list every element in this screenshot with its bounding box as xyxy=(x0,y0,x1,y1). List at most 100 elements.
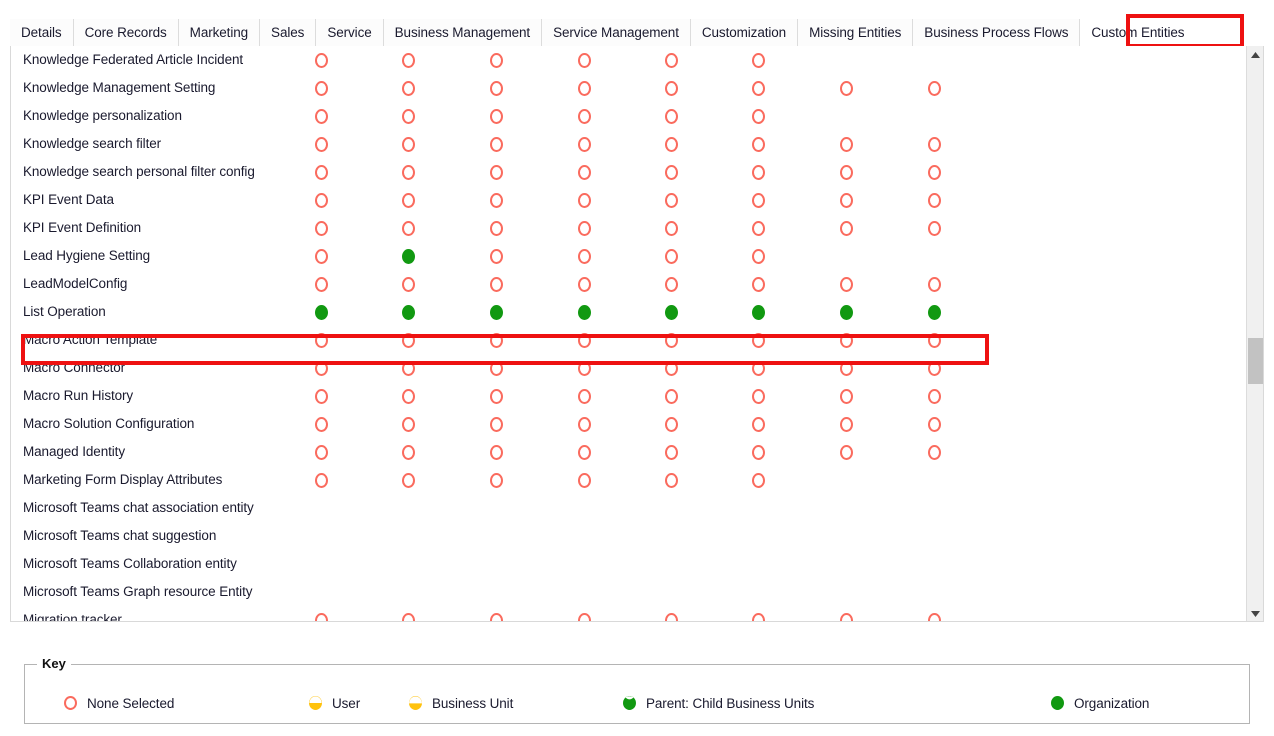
privilege-none-selected-icon[interactable] xyxy=(577,248,591,264)
privilege-cell[interactable] xyxy=(924,354,944,382)
privilege-cell[interactable] xyxy=(836,606,856,621)
privilege-cell[interactable] xyxy=(748,186,768,214)
privilege-cell[interactable] xyxy=(574,74,594,102)
privilege-cell[interactable] xyxy=(486,326,506,354)
table-row[interactable]: Knowledge search filter xyxy=(11,130,1245,158)
tab-missing-entities[interactable]: Missing Entities xyxy=(798,19,914,46)
tab-business-management[interactable]: Business Management xyxy=(383,19,543,46)
privilege-cell[interactable] xyxy=(661,466,681,494)
privilege-none-selected-icon[interactable] xyxy=(927,136,941,152)
privilege-cell[interactable] xyxy=(574,46,594,74)
privilege-cell[interactable] xyxy=(574,214,594,242)
privilege-cell[interactable] xyxy=(311,354,331,382)
privilege-cell[interactable] xyxy=(924,186,944,214)
privilege-none-selected-icon[interactable] xyxy=(927,444,941,460)
privilege-cell[interactable] xyxy=(748,494,768,522)
privilege-cell[interactable] xyxy=(398,130,418,158)
privilege-none-selected-icon[interactable] xyxy=(314,220,328,236)
privilege-cell[interactable] xyxy=(924,438,944,466)
privilege-cell[interactable] xyxy=(398,410,418,438)
privilege-cell[interactable] xyxy=(398,578,418,606)
privilege-cell[interactable] xyxy=(748,214,768,242)
privilege-none-selected-icon[interactable] xyxy=(401,52,415,68)
privilege-cell[interactable] xyxy=(924,46,944,74)
privilege-none-selected-icon[interactable] xyxy=(664,220,678,236)
privilege-none-selected-icon[interactable] xyxy=(401,472,415,488)
privilege-organization-icon[interactable] xyxy=(489,304,503,320)
privilege-cell[interactable] xyxy=(574,242,594,270)
privilege-cell[interactable] xyxy=(661,578,681,606)
privilege-none-selected-icon[interactable] xyxy=(751,332,765,348)
privilege-none-selected-icon[interactable] xyxy=(489,192,503,208)
privilege-none-selected-icon[interactable] xyxy=(927,192,941,208)
scroll-up-arrow-icon[interactable] xyxy=(1247,46,1263,63)
privilege-none-selected-icon[interactable] xyxy=(489,108,503,124)
privilege-cell[interactable] xyxy=(924,494,944,522)
privilege-cell[interactable] xyxy=(661,382,681,410)
privilege-none-selected-icon[interactable] xyxy=(314,332,328,348)
table-row[interactable]: Knowledge Management Setting xyxy=(11,74,1245,102)
privilege-cell[interactable] xyxy=(311,186,331,214)
privilege-cell[interactable] xyxy=(748,550,768,578)
table-row[interactable]: Knowledge Federated Article Incident xyxy=(11,46,1245,74)
privilege-cell[interactable] xyxy=(311,578,331,606)
privilege-none-selected-icon[interactable] xyxy=(927,416,941,432)
privilege-none-selected-icon[interactable] xyxy=(927,332,941,348)
privilege-none-selected-icon[interactable] xyxy=(751,248,765,264)
privilege-none-selected-icon[interactable] xyxy=(664,248,678,264)
privilege-cell[interactable] xyxy=(924,466,944,494)
privilege-none-selected-icon[interactable] xyxy=(577,360,591,376)
privilege-cell[interactable] xyxy=(924,578,944,606)
privilege-cell[interactable] xyxy=(661,298,681,326)
tab-customization[interactable]: Customization xyxy=(690,19,799,46)
privilege-cell[interactable] xyxy=(574,606,594,621)
privilege-cell[interactable] xyxy=(311,130,331,158)
privilege-cell[interactable] xyxy=(311,410,331,438)
privilege-cell[interactable] xyxy=(486,354,506,382)
privilege-none-selected-icon[interactable] xyxy=(751,612,765,621)
privilege-cell[interactable] xyxy=(486,466,506,494)
privilege-none-selected-icon[interactable] xyxy=(489,444,503,460)
privilege-cell[interactable] xyxy=(398,522,418,550)
privilege-none-selected-icon[interactable] xyxy=(577,612,591,621)
privilege-none-selected-icon[interactable] xyxy=(664,388,678,404)
privilege-none-selected-icon[interactable] xyxy=(401,80,415,96)
privilege-none-selected-icon[interactable] xyxy=(664,52,678,68)
privilege-cell[interactable] xyxy=(311,242,331,270)
privilege-none-selected-icon[interactable] xyxy=(314,472,328,488)
privilege-none-selected-icon[interactable] xyxy=(577,388,591,404)
privilege-none-selected-icon[interactable] xyxy=(664,332,678,348)
privilege-none-selected-icon[interactable] xyxy=(577,416,591,432)
privilege-cell[interactable] xyxy=(398,494,418,522)
privilege-cell[interactable] xyxy=(836,130,856,158)
privilege-cell[interactable] xyxy=(924,102,944,130)
privilege-none-selected-icon[interactable] xyxy=(489,612,503,621)
privilege-cell[interactable] xyxy=(486,158,506,186)
privilege-cell[interactable] xyxy=(661,410,681,438)
privilege-cell[interactable] xyxy=(836,298,856,326)
table-row[interactable]: Knowledge personalization xyxy=(11,102,1245,130)
privilege-cell[interactable] xyxy=(661,270,681,298)
privilege-cell[interactable] xyxy=(574,382,594,410)
table-row[interactable]: Marketing Form Display Attributes xyxy=(11,466,1245,494)
privilege-none-selected-icon[interactable] xyxy=(314,444,328,460)
privilege-none-selected-icon[interactable] xyxy=(927,80,941,96)
privilege-cell[interactable] xyxy=(836,46,856,74)
tab-marketing[interactable]: Marketing xyxy=(178,19,261,46)
table-row[interactable]: Microsoft Teams Graph resource Entity xyxy=(11,578,1245,606)
privilege-organization-icon[interactable] xyxy=(401,304,415,320)
privilege-none-selected-icon[interactable] xyxy=(751,164,765,180)
privilege-cell[interactable] xyxy=(486,270,506,298)
privilege-organization-icon[interactable] xyxy=(314,304,328,320)
privilege-none-selected-icon[interactable] xyxy=(577,80,591,96)
privilege-cell[interactable] xyxy=(836,158,856,186)
privilege-cell[interactable] xyxy=(486,186,506,214)
privilege-none-selected-icon[interactable] xyxy=(751,108,765,124)
privilege-cell[interactable] xyxy=(311,326,331,354)
privilege-none-selected-icon[interactable] xyxy=(751,136,765,152)
privilege-cell[interactable] xyxy=(836,214,856,242)
privilege-none-selected-icon[interactable] xyxy=(314,80,328,96)
table-row[interactable]: Macro Solution Configuration xyxy=(11,410,1245,438)
privilege-none-selected-icon[interactable] xyxy=(751,360,765,376)
privilege-none-selected-icon[interactable] xyxy=(577,164,591,180)
